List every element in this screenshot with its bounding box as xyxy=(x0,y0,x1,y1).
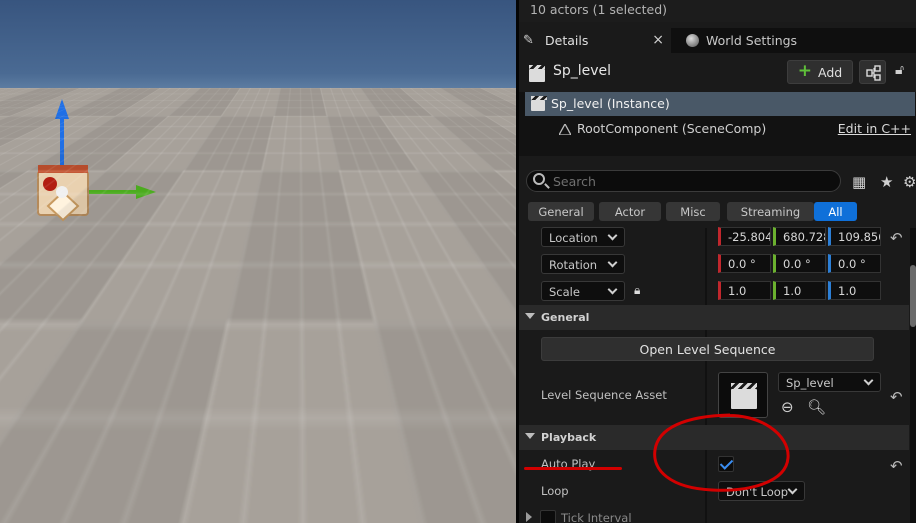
edit-in-cpp-link[interactable]: Edit in C++ xyxy=(838,121,911,136)
asset-picker-dropdown[interactable]: Sp_level xyxy=(778,372,881,392)
plus-icon: + xyxy=(797,61,813,81)
level-sequence-icon xyxy=(529,65,545,82)
component-label: RootComponent (SceneComp) xyxy=(577,121,767,136)
component-tree: Sp_level (Instance) RootComponent (Scene… xyxy=(519,92,916,156)
search-icon xyxy=(533,173,545,185)
reset-arrow-icon[interactable]: ↶ xyxy=(890,388,903,406)
search-box[interactable] xyxy=(526,170,841,192)
lock-icon[interactable]: 🔓︎ xyxy=(895,62,904,78)
rotation-y-field[interactable]: 0.0 ° xyxy=(773,254,826,273)
rotation-mode-dropdown[interactable]: Rotation xyxy=(541,254,625,274)
triangle-right-icon[interactable] xyxy=(526,512,532,522)
blueprint-icon xyxy=(866,65,881,81)
tab-details-label: Details xyxy=(545,33,589,48)
search-row: ▦ ★ ⚙ xyxy=(519,170,916,194)
tick-interval-label: Tick Interval xyxy=(561,511,632,523)
transform-gizmo[interactable] xyxy=(30,95,160,225)
pencil-icon: ✎ xyxy=(523,33,534,48)
open-level-sequence-button[interactable]: Open Level Sequence xyxy=(541,337,874,361)
tick-interval-checkbox[interactable] xyxy=(540,510,556,523)
loop-label: Loop xyxy=(541,484,569,498)
component-row-root[interactable]: RootComponent (SceneComp) Edit in C++ xyxy=(525,117,915,141)
general-section-header[interactable]: General xyxy=(519,305,909,330)
table-view-icon[interactable]: ▦ xyxy=(852,173,866,191)
red-underline-annotation xyxy=(524,467,622,470)
filter-misc-button[interactable]: Misc xyxy=(666,202,720,221)
panel-tabs: ✎ Details × World Settings xyxy=(519,28,916,53)
triangle-down-icon xyxy=(525,433,535,439)
browse-icon[interactable]: 🔍︎ xyxy=(807,398,826,416)
scene-component-icon xyxy=(559,124,571,135)
red-circle-annotation xyxy=(653,413,790,492)
blueprint-button[interactable] xyxy=(859,60,886,84)
triangle-down-icon xyxy=(525,313,535,319)
x-axis-arrow xyxy=(136,185,156,199)
gear-icon[interactable]: ⚙ xyxy=(903,173,916,191)
level-sequence-asset-label: Level Sequence Asset xyxy=(541,388,667,402)
location-mode-dropdown[interactable]: Location xyxy=(541,227,625,247)
search-input[interactable] xyxy=(553,172,823,190)
filter-actor-button[interactable]: Actor xyxy=(599,202,661,221)
close-icon[interactable]: × xyxy=(652,32,664,48)
gizmo-center xyxy=(56,186,68,198)
filter-general-button[interactable]: General xyxy=(528,202,594,221)
scale-mode-dropdown[interactable]: Scale xyxy=(541,281,625,301)
scale-x-field[interactable]: 1.0 xyxy=(718,281,771,300)
actor-count-text: 10 actors (1 selected) xyxy=(530,2,668,17)
chevron-down-icon xyxy=(607,230,618,241)
filter-bar: General Actor Misc Streaming All xyxy=(519,202,916,222)
chevron-down-icon xyxy=(607,284,618,295)
outliner-status: 10 actors (1 selected) xyxy=(519,0,916,22)
reset-arrow-icon[interactable]: ↶ xyxy=(890,229,903,247)
tab-world-settings[interactable]: World Settings xyxy=(683,28,833,53)
z-axis-arrow xyxy=(55,99,69,119)
chevron-down-icon xyxy=(863,375,874,386)
y-axis-handle xyxy=(43,177,57,191)
location-x-field[interactable]: -25.804 xyxy=(718,227,771,246)
scale-y-field[interactable]: 1.0 xyxy=(773,281,826,300)
scrollbar-thumb[interactable] xyxy=(910,265,916,327)
location-z-field[interactable]: 109.856 xyxy=(828,227,881,246)
details-header: Sp_level + Add 🔓︎ xyxy=(519,58,916,88)
scale-z-field[interactable]: 1.0 xyxy=(828,281,881,300)
add-component-button[interactable]: + Add xyxy=(787,60,853,84)
component-row-instance[interactable]: Sp_level (Instance) xyxy=(525,92,915,116)
rotation-z-field[interactable]: 0.0 ° xyxy=(828,254,881,273)
globe-icon xyxy=(686,34,699,47)
lock-icon[interactable]: 🔒︎ xyxy=(634,283,640,298)
chevron-down-icon xyxy=(607,257,618,268)
level-viewport[interactable] xyxy=(0,0,516,523)
filter-streaming-button[interactable]: Streaming xyxy=(727,202,814,221)
tab-details[interactable]: ✎ Details × xyxy=(519,28,671,53)
filter-all-button[interactable]: All xyxy=(814,202,857,221)
tab-world-settings-label: World Settings xyxy=(706,33,798,48)
reset-arrow-icon[interactable]: ↶ xyxy=(890,457,903,475)
location-y-field[interactable]: 680.728 xyxy=(773,227,826,246)
component-label: Sp_level (Instance) xyxy=(551,96,670,111)
actor-name[interactable]: Sp_level xyxy=(553,63,611,79)
rotation-x-field[interactable]: 0.0 ° xyxy=(718,254,771,273)
level-sequence-icon xyxy=(731,383,757,409)
clapper-top xyxy=(38,165,88,173)
level-sequence-icon xyxy=(531,96,547,111)
add-label: Add xyxy=(818,64,843,80)
star-icon[interactable]: ★ xyxy=(880,173,893,191)
